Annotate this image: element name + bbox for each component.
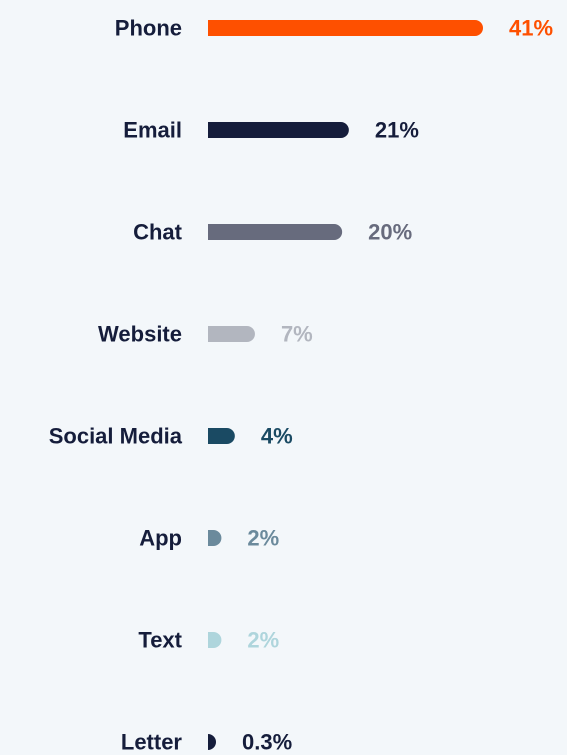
value-label: 2%	[247, 526, 279, 551]
category-label: Website	[98, 322, 182, 347]
category-label: Letter	[121, 730, 183, 755]
value-label: 7%	[281, 322, 313, 347]
value-label: 21%	[375, 118, 419, 143]
category-label: Social Media	[49, 424, 183, 449]
category-label: Text	[138, 628, 182, 653]
bar	[208, 632, 222, 648]
value-label: 20%	[368, 220, 412, 245]
bar-chart: Phone 41% Email 21% Chat 20% Website 7% Social M…	[0, 0, 567, 755]
bar	[208, 224, 343, 240]
category-label: Email	[123, 118, 182, 143]
bar	[208, 20, 483, 36]
bar	[208, 428, 235, 444]
category-label: Phone	[115, 16, 182, 41]
bar	[208, 122, 349, 138]
bar	[208, 530, 222, 546]
value-label: 2%	[247, 628, 279, 653]
bar	[208, 734, 216, 750]
value-label: 4%	[261, 424, 293, 449]
value-label: 0.3%	[242, 730, 292, 755]
category-label: Chat	[133, 220, 183, 245]
category-label: App	[139, 526, 182, 551]
value-label: 41%	[509, 16, 553, 41]
bar	[208, 326, 255, 342]
chart-svg: Phone 41% Email 21% Chat 20% Website 7% Social M…	[49, 16, 553, 755]
